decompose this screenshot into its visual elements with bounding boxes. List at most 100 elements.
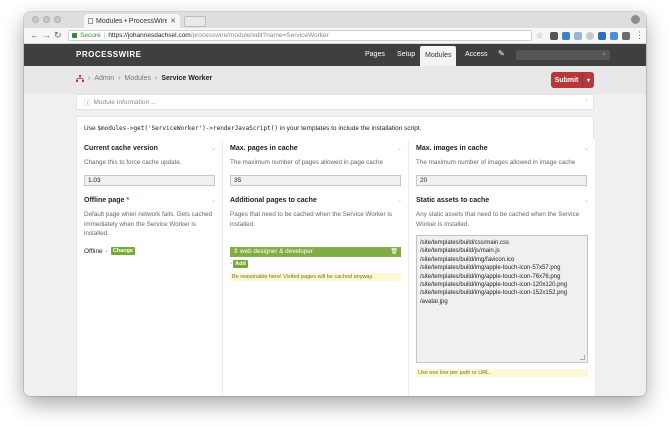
nav-pages[interactable]: Pages xyxy=(360,44,390,66)
close-tab-icon[interactable]: ✕ xyxy=(170,17,176,25)
add-page-button[interactable]: Add xyxy=(233,260,248,268)
chevron-down-icon[interactable]: ▾ xyxy=(582,72,594,88)
separator: › xyxy=(105,247,108,255)
maximize-window-button[interactable] xyxy=(54,16,61,23)
submit-button[interactable]: Submit ▾ xyxy=(551,72,594,88)
field-note: Use one line per path or URL. xyxy=(416,369,588,377)
collapse-icon[interactable]: ⌄ xyxy=(211,197,216,204)
url-separator: | xyxy=(103,32,106,39)
module-info-toggle[interactable]: ⓘ Module Information ... › xyxy=(76,94,594,110)
collapse-icon[interactable]: ⌄ xyxy=(397,197,402,204)
wrench-icon[interactable]: ✎ xyxy=(498,49,505,58)
asset-line: /site/templates/build/img/apple-touch-ic… xyxy=(420,290,568,297)
field-note: Be reasonable here! Visited pages will b… xyxy=(230,273,401,281)
static-assets-textarea[interactable]: /site/templates/build/css/main.css /site… xyxy=(416,235,588,363)
field-cache-version: Current cache version ⌄ Change this to f… xyxy=(77,139,222,191)
breadcrumb: › Admin › Modules › Service Worker xyxy=(76,75,212,82)
field-title: Additional pages to cache xyxy=(230,197,317,204)
collapse-icon[interactable]: ⌄ xyxy=(584,145,589,152)
forward-icon[interactable]: → xyxy=(42,30,51,41)
field-static-assets: Static assets to cache ⌄ Any static asse… xyxy=(408,191,595,396)
field-offline-page: Offline page * ⌄ Default page when netwo… xyxy=(77,191,222,396)
usage-notice: Use $modules->get('ServiceWorker')->rend… xyxy=(84,125,421,132)
nav-modules[interactable]: Modules xyxy=(420,46,457,66)
extension-icon[interactable] xyxy=(610,32,618,40)
url-input[interactable]: Secure | https://johannesdachsel.com/pro… xyxy=(68,30,532,41)
reload-icon[interactable]: ↻ xyxy=(54,30,62,41)
resize-handle[interactable] xyxy=(580,355,585,360)
new-tab-button[interactable] xyxy=(184,16,206,27)
page-title: Service Worker xyxy=(161,75,213,82)
asset-line: /avatar.jpg xyxy=(420,298,448,305)
chevron-right-icon: › xyxy=(585,98,587,104)
add-page-row: ▫ Add xyxy=(230,260,248,268)
breadcrumb-separator: › xyxy=(88,75,91,82)
url-path: /processwire/module/edit?name=ServiceWor… xyxy=(190,32,329,39)
field-description: Any static assets that need to be cached… xyxy=(416,211,580,228)
drag-handle-icon[interactable]: ⇕ xyxy=(233,248,238,255)
search-input[interactable]: ⌕ xyxy=(516,50,610,60)
field-description: The maximum number of images allowed in … xyxy=(416,159,576,166)
max-images-input[interactable]: 20 xyxy=(416,175,587,186)
url-host: https://johannesdachsel.com xyxy=(108,32,191,39)
breadcrumb-admin[interactable]: Admin xyxy=(94,75,114,82)
extension-icon[interactable] xyxy=(622,32,630,40)
asset-line: /site/templates/build/js/main.js xyxy=(420,248,500,255)
required-marker: * xyxy=(126,197,130,204)
selected-page-title: web designer & developer xyxy=(240,248,313,255)
collapse-icon[interactable]: ⌄ xyxy=(211,145,216,152)
extension-icon[interactable] xyxy=(574,32,582,40)
window-controls xyxy=(32,16,61,23)
collapse-icon[interactable]: ⌄ xyxy=(397,145,402,152)
change-button[interactable]: Change xyxy=(110,247,136,255)
selected-page: Offline xyxy=(84,247,103,255)
field-title: Current cache version xyxy=(84,145,158,152)
info-icon: ⓘ xyxy=(84,100,91,107)
field-max-pages: Max. pages in cache ⌄ The maximum number… xyxy=(222,139,408,191)
field-title: Static assets to cache xyxy=(416,197,490,204)
browser-tab[interactable]: Modules • ProcessWire • joha ✕ xyxy=(84,14,180,28)
breadcrumb-modules[interactable]: Modules xyxy=(125,75,151,82)
search-icon: ⌕ xyxy=(602,51,606,58)
nav-setup[interactable]: Setup xyxy=(392,44,420,66)
extension-icon[interactable] xyxy=(598,32,606,40)
secure-label: Secure xyxy=(80,32,101,39)
config-panel: Use $modules->get('ServiceWorker')->rend… xyxy=(76,116,595,396)
field-title: Max. images in cache xyxy=(416,145,488,152)
back-icon[interactable]: ← xyxy=(30,30,39,41)
usage-code: $modules->get('ServiceWorker')->renderJa… xyxy=(97,125,278,132)
max-pages-input[interactable]: 35 xyxy=(230,175,401,186)
trash-icon[interactable]: 🗑 xyxy=(390,247,398,257)
extension-icon[interactable] xyxy=(562,32,570,40)
asset-line: /site/templates/build/css/main.css xyxy=(420,240,510,246)
extension-icon[interactable] xyxy=(550,32,558,40)
close-window-button[interactable] xyxy=(32,16,39,23)
field-title: Max. pages in cache xyxy=(230,145,298,152)
field-description: Pages that need to be cached when the Se… xyxy=(230,211,392,228)
cache-version-input[interactable]: 1.03 xyxy=(84,175,215,186)
processwire-logo[interactable]: PROCESSWIRE xyxy=(76,50,142,59)
masthead: PROCESSWIRE Pages Setup Modules Access ✎… xyxy=(24,44,646,66)
menu-kebab-icon[interactable]: ⋮ xyxy=(635,30,644,41)
bookmark-star-icon[interactable]: ☆ xyxy=(536,31,543,40)
field-description: Default page when network fails. Gets ca… xyxy=(84,211,213,237)
collapse-icon[interactable]: ⌄ xyxy=(584,197,589,204)
profile-icon[interactable] xyxy=(631,15,640,24)
usage-suffix: in your templates to include the install… xyxy=(279,125,422,132)
extension-icon[interactable] xyxy=(586,32,594,40)
sitemap-icon[interactable] xyxy=(76,75,84,82)
asset-line: /site/templates/build/img/apple-touch-ic… xyxy=(420,282,568,289)
field-title-text: Offline page xyxy=(84,197,125,204)
browser-tab-bar: Modules • ProcessWire • joha ✕ xyxy=(24,12,646,28)
breadcrumb-bar: › Admin › Modules › Service Worker Submi… xyxy=(24,66,646,94)
asset-line: /site/templates/build/img/favicon.ico xyxy=(420,256,515,263)
nav-access[interactable]: Access xyxy=(460,44,493,66)
field-additional-pages: Additional pages to cache ⌄ Pages that n… xyxy=(222,191,408,396)
field-description: The maximum number of pages allowed in p… xyxy=(230,159,383,166)
tab-title: Modules • ProcessWire • joha xyxy=(96,17,168,25)
minimize-window-button[interactable] xyxy=(43,16,50,23)
selected-page-item[interactable]: ⇕ web designer & developer 🗑 xyxy=(230,247,401,257)
module-info-label: Module Information ... xyxy=(93,98,157,106)
field-max-images: Max. images in cache ⌄ The maximum numbe… xyxy=(408,139,595,191)
add-icon: ▫ xyxy=(230,261,233,267)
